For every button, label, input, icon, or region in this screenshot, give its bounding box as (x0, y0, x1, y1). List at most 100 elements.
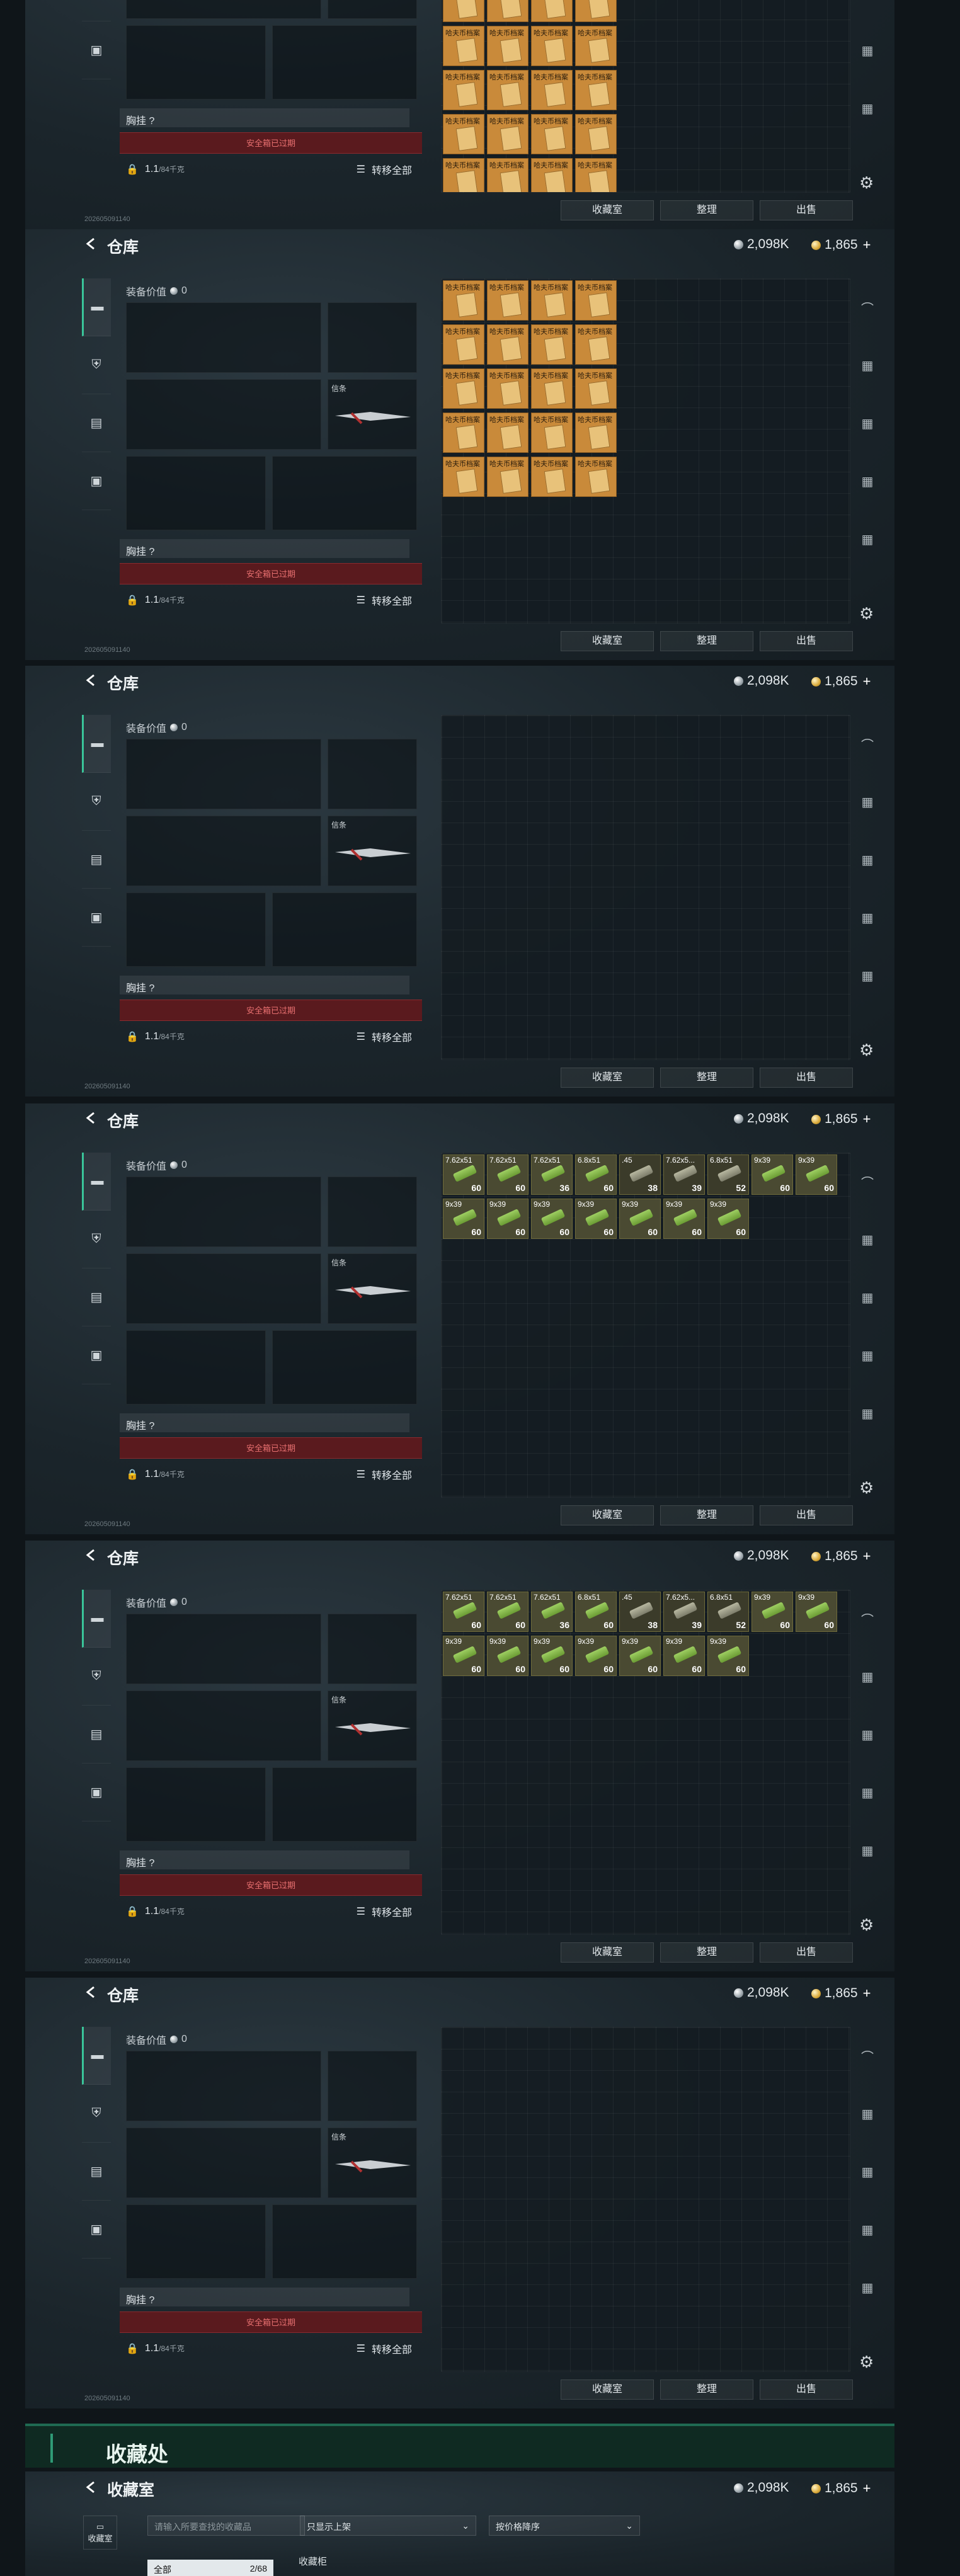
ammo-item[interactable]: 9x39 60 (707, 1636, 749, 1676)
stash-grid[interactable]: 7.62x51 60 7.62x51 60 7.62x51 36 6.8x51 60.45 38… (441, 1153, 850, 1498)
toolbar-tag-2[interactable]: ▦ (854, 831, 881, 889)
secondary-weapon-slot[interactable] (126, 2128, 321, 2198)
nav-weapon[interactable]: ▬ (82, 1153, 111, 1211)
document-item[interactable]: 哈夫币档案 (575, 368, 617, 409)
toolbar-tag-4[interactable]: ▦ (854, 947, 881, 1005)
transfer-all-button[interactable]: ☰ 转移全部 (357, 593, 412, 608)
ammo-item[interactable]: 9x39 60 (531, 1199, 573, 1239)
document-item[interactable]: 哈夫币档案 (443, 368, 484, 409)
pistol-slot[interactable] (328, 1614, 417, 1684)
ammo-item[interactable]: 9x39 60 (751, 1154, 793, 1195)
document-item[interactable]: 哈夫币档案 (575, 0, 617, 22)
sell-button[interactable]: 出售 (760, 200, 853, 220)
gear-icon[interactable]: ⚙ (859, 2352, 874, 2372)
ammo-item[interactable]: .45 38 (619, 1592, 661, 1632)
add-currency-button[interactable]: + (863, 1985, 871, 2002)
toolbar-arch-0[interactable]: ⌒ (854, 2027, 881, 2085)
armor-slot[interactable] (272, 1767, 417, 1842)
nav-medical[interactable]: ▤ (82, 1268, 111, 1326)
chest-rig-slot[interactable]: 胸挂 ? (120, 1850, 409, 1869)
document-item[interactable]: 哈夫币档案 (443, 70, 484, 110)
toolbar-tag-2[interactable]: ▦ (854, 394, 881, 452)
document-item[interactable]: 哈夫币档案 (487, 114, 529, 154)
ammo-item[interactable]: 7.62x5... 39 (663, 1154, 705, 1195)
ammo-item[interactable]: 9x39 60 (663, 1636, 705, 1676)
primary-weapon-slot[interactable] (126, 739, 321, 809)
melee-slot[interactable] (328, 0, 417, 19)
toolbar-arch-0[interactable]: ⌒ (854, 1153, 881, 1211)
toolbar-tag-4[interactable]: ▦ (854, 2259, 881, 2317)
pistol-slot[interactable] (328, 739, 417, 809)
back-icon[interactable] (84, 1548, 98, 1562)
toolbar-tag-3[interactable]: ▦ (854, 1326, 881, 1384)
document-item[interactable]: 哈夫币档案 (575, 26, 617, 66)
toolbar-tag-2[interactable]: ▦ (854, 0, 881, 21)
chest-rig-slot[interactable]: 胸挂 ? (120, 539, 409, 558)
toolbar-tag-1[interactable]: ▦ (854, 773, 881, 831)
gear-icon[interactable]: ⚙ (859, 173, 874, 193)
document-item[interactable]: 哈夫币档案 (531, 114, 573, 154)
primary-weapon-slot[interactable] (126, 1177, 321, 1247)
document-item[interactable]: 哈夫币档案 (443, 457, 484, 497)
document-item[interactable]: 哈夫币档案 (487, 413, 529, 453)
nav-armor[interactable]: ⛨ (82, 1648, 111, 1706)
nav-weapon[interactable]: ▬ (82, 1590, 111, 1648)
primary-weapon-slot[interactable] (126, 2051, 321, 2121)
ammo-item[interactable]: 9x39 60 (619, 1199, 661, 1239)
toolbar-tag-2[interactable]: ▦ (854, 2143, 881, 2201)
document-item[interactable]: 哈夫币档案 (531, 413, 573, 453)
ammo-item[interactable]: 7.62x51 60 (487, 1154, 529, 1195)
collection-button[interactable]: 收藏室 (561, 200, 654, 220)
armor-slot[interactable] (272, 456, 417, 530)
ammo-item[interactable]: 9x39 60 (487, 1636, 529, 1676)
gold-currency[interactable]: 1,865 + (811, 237, 871, 253)
secondary-weapon-slot[interactable] (126, 0, 321, 19)
collection-side-button[interactable]: ▭ 收藏室 (83, 2516, 117, 2550)
document-item[interactable]: 哈夫币档案 (487, 280, 529, 321)
document-item[interactable]: 哈夫币档案 (575, 280, 617, 321)
transfer-all-button[interactable]: ☰ 转移全部 (357, 1029, 412, 1044)
gear-icon[interactable]: ⚙ (859, 1040, 874, 1060)
back-icon[interactable] (84, 2480, 98, 2494)
collection-search-input[interactable]: 请输入所要查找的收藏品 (147, 2516, 305, 2536)
ammo-item[interactable]: 7.62x51 36 (531, 1592, 573, 1632)
back-icon[interactable] (84, 673, 98, 687)
stash-grid[interactable] (441, 2027, 850, 2372)
toolbar-tag-1[interactable]: ▦ (854, 1211, 881, 1268)
document-item[interactable]: 哈夫币档案 (443, 158, 484, 192)
ammo-item[interactable]: 7.62x51 36 (531, 1154, 573, 1195)
stash-grid[interactable]: 7.62x51 60 7.62x51 60 7.62x51 36 6.8x51 60.45 38… (441, 1590, 850, 1935)
add-currency-button[interactable]: + (863, 2480, 871, 2497)
nav-armor[interactable]: ⛨ (82, 336, 111, 394)
gold-currency[interactable]: 1,865 + (811, 673, 871, 690)
ammo-item[interactable]: 7.62x5... 39 (663, 1592, 705, 1632)
sort-button[interactable]: 整理 (660, 1505, 753, 1525)
document-item[interactable]: 哈夫币档案 (443, 114, 484, 154)
transfer-all-button[interactable]: ☰ 转移全部 (357, 2341, 412, 2356)
toolbar-arch-0[interactable]: ⌒ (854, 1590, 881, 1648)
sell-button[interactable]: 出售 (760, 2379, 853, 2400)
pistol-slot[interactable] (328, 1177, 417, 1247)
toolbar-tag-1[interactable]: ▦ (854, 336, 881, 394)
helmet-slot[interactable] (126, 1767, 266, 1842)
secondary-weapon-slot[interactable] (126, 816, 321, 886)
safe-box-expired-warning[interactable]: 安全箱已过期 (120, 1874, 422, 1896)
toolbar-tag-2[interactable]: ▦ (854, 1268, 881, 1326)
nav-toolbox[interactable]: ▣ (82, 1326, 111, 1384)
toolbar-tag-1[interactable]: ▦ (854, 1648, 881, 1706)
toolbar-tag-3[interactable]: ▦ (854, 452, 881, 510)
document-item[interactable]: 哈夫币档案 (443, 280, 484, 321)
sell-button[interactable]: 出售 (760, 631, 853, 651)
document-item[interactable]: 哈夫币档案 (487, 457, 529, 497)
nav-armor[interactable]: ⛨ (82, 773, 111, 831)
toolbar-tag-3[interactable]: ▦ (854, 21, 881, 79)
document-item[interactable]: 哈夫币档案 (443, 0, 484, 22)
toolbar-arch-0[interactable]: ⌒ (854, 278, 881, 336)
safe-box-expired-warning[interactable]: 安全箱已过期 (120, 1437, 422, 1459)
secondary-weapon-slot[interactable] (126, 1690, 321, 1761)
toolbar-tag-4[interactable]: ▦ (854, 510, 881, 568)
ammo-item[interactable]: 9x39 60 (751, 1592, 793, 1632)
gold-currency[interactable]: 1,865 + (811, 2480, 871, 2497)
chest-rig-slot[interactable]: 胸挂 ? (120, 108, 409, 127)
ammo-item[interactable]: 6.8x51 60 (575, 1592, 617, 1632)
